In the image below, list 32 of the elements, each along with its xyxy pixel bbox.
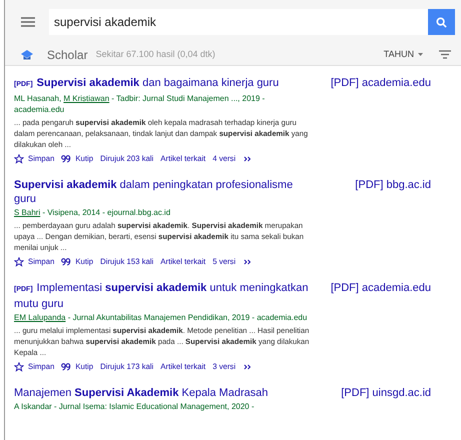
filter-icon[interactable]	[439, 50, 451, 59]
more-icon[interactable]	[242, 362, 253, 370]
star-icon	[14, 362, 24, 372]
star-icon	[14, 256, 24, 266]
author-link[interactable]: S Bahri	[14, 208, 40, 217]
author-link[interactable]: M Kristiawan	[64, 94, 110, 103]
graduation-cap-icon	[21, 50, 33, 60]
source-link[interactable]: [PDF] uinsgd.ac.id	[341, 386, 431, 412]
source-link[interactable]: [PDF] academia.edu	[330, 281, 431, 372]
citation-line: A Iskandar - Jurnal Isema: Islamic Educational Management, 2020 -	[14, 401, 256, 412]
citation-line: ML Hasanah, M Kristiawan - Tadbir: Jurnal Studi Manajemen ..., 2019 - academia.edu	[14, 93, 266, 115]
year-dropdown[interactable]: TAHUN	[384, 48, 423, 62]
result-title-link[interactable]: Manajemen Supervisi Akademik Kepala Madrasah	[14, 386, 310, 400]
result-count: Sekitar 67.100 hasil (0,04 dtk)	[96, 48, 216, 61]
citation-line: S Bahri - Visipena, 2014 - ejournal.bbg.ac.id	[14, 207, 172, 218]
citation-line: EM Lalupanda - Jurnal Akuntabilitas Manajemen Pendidikan, 2019 - academia.edu	[14, 312, 308, 323]
author-link[interactable]: EM Lalupanda	[14, 313, 66, 322]
source-link[interactable]: [PDF] academia.edu	[330, 76, 431, 164]
more-icon[interactable]	[242, 258, 253, 266]
search-icon	[436, 16, 447, 28]
star-icon	[14, 154, 24, 164]
brand-name[interactable]: Scholar	[47, 46, 88, 64]
quote-icon	[61, 362, 72, 370]
caret-icon	[418, 53, 423, 56]
quote-icon	[61, 154, 72, 162]
more-icon[interactable]	[242, 154, 253, 162]
source-link[interactable]: [PDF] bbg.ac.id	[355, 178, 431, 267]
result-title-link[interactable]: Supervisi akademik dalam peningkatan profesionalisme guru	[14, 178, 310, 206]
menu-icon[interactable]	[21, 17, 35, 27]
quote-icon	[61, 258, 72, 266]
search-field[interactable]: supervisi akademik	[49, 9, 428, 35]
search-button[interactable]	[428, 9, 455, 35]
